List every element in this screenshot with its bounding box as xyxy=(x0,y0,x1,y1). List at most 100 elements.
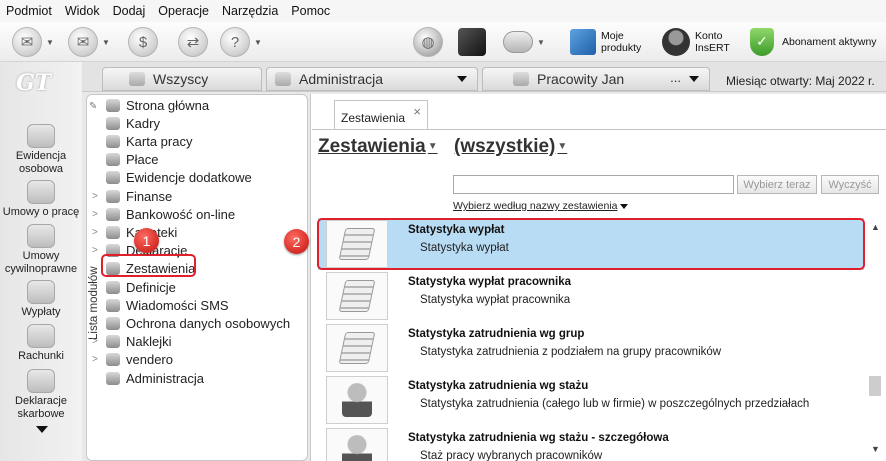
list-item[interactable]: Statystyka zatrudnienia wg stażu - szcze… xyxy=(318,426,864,461)
module-item[interactable]: Karta pracy xyxy=(92,132,192,150)
globe-button[interactable]: ◍ xyxy=(413,27,443,57)
box-icon xyxy=(458,28,486,56)
filter-title[interactable]: (wszystkie) ▼ xyxy=(454,136,567,158)
back-button[interactable]: ✉ ▼ xyxy=(12,27,54,57)
highlight-zestawienia xyxy=(101,254,196,277)
nav-umowy-cywilnoprawne[interactable]: Umowy cywilnoprawne xyxy=(0,224,82,276)
close-icon[interactable]: × xyxy=(413,104,421,119)
module-item[interactable]: > Bankowość on-line xyxy=(92,205,235,223)
module-icon xyxy=(106,298,120,312)
module-item[interactable]: > vendero xyxy=(92,351,173,369)
coins-icon: $ xyxy=(128,27,158,57)
person-icon xyxy=(513,72,529,86)
row-title: Statystyka wypłat pracownika xyxy=(408,276,571,288)
module-item[interactable]: Płace xyxy=(92,151,159,169)
search-input[interactable] xyxy=(453,175,734,194)
filter-by-name-link[interactable]: Wybierz według nazwy zestawienia xyxy=(453,200,629,212)
scroll-thumb[interactable] xyxy=(869,376,881,396)
expand-icon[interactable]: > xyxy=(92,191,106,202)
nav-ewidencja-osobowa[interactable]: Ewidencja osobowa xyxy=(0,124,82,176)
module-icon xyxy=(106,335,120,349)
cloud-button[interactable]: ▼ xyxy=(503,27,545,57)
expand-icon[interactable]: > xyxy=(92,209,106,220)
tab-pracownik[interactable]: Pracowity Jan ... xyxy=(482,67,710,91)
menu-narzedzia[interactable]: Narzędzia xyxy=(222,4,278,18)
scroll-down-icon[interactable]: ▼ xyxy=(871,444,880,454)
logo: GT xyxy=(16,70,52,96)
tab-zestawienia-label: Zestawienia xyxy=(341,111,406,125)
module-label: Ochrona danych osobowych xyxy=(126,315,291,331)
abonament-button[interactable]: ✓ Abonament aktywny xyxy=(750,27,877,57)
menu-pomoc[interactable]: Pomoc xyxy=(291,4,330,18)
chevron-down-icon: ▼ xyxy=(46,37,54,47)
expand-icon[interactable]: > xyxy=(92,336,106,347)
module-icon xyxy=(106,134,120,148)
vertical-scrollbar[interactable]: ▲ ▼ xyxy=(866,218,886,461)
nav-wyplaty[interactable]: Wypłaty xyxy=(0,280,82,319)
tab-administracja[interactable]: Administracja xyxy=(266,67,478,91)
chevron-down-icon[interactable] xyxy=(689,76,699,82)
module-item[interactable]: Ewidencje dodatkowe xyxy=(92,169,252,187)
expand-icon[interactable]: > xyxy=(92,354,106,365)
person-icon xyxy=(326,376,388,424)
scroll-down-icon[interactable] xyxy=(36,426,48,433)
forward-button[interactable]: ✉ ▼ xyxy=(68,27,110,57)
module-label: Karta pracy xyxy=(126,133,193,149)
module-item[interactable]: Kadry xyxy=(92,114,160,132)
tab-wszyscy[interactable]: Wszyscy xyxy=(102,67,262,91)
shield-check-icon: ✓ xyxy=(750,28,774,56)
help-button[interactable]: ? ▼ xyxy=(220,27,262,57)
list-item[interactable]: Statystyka zatrudnienia wg stażu Statysty… xyxy=(318,374,864,426)
chevron-down-icon: ▼ xyxy=(254,37,262,47)
module-item[interactable]: Wiadomości SMS xyxy=(92,296,229,314)
menu-podmiot[interactable]: Podmiot xyxy=(6,4,52,18)
chevron-down-icon xyxy=(620,203,629,209)
list-item[interactable]: Statystyka wypłat pracownika Statystyka w… xyxy=(318,270,864,322)
expand-icon[interactable]: > xyxy=(92,227,106,238)
choose-button[interactable]: Wybierz teraz xyxy=(737,175,817,194)
module-label: Ewidencje dodatkowe xyxy=(126,170,252,186)
expand-icon[interactable]: > xyxy=(92,318,106,329)
scroll-up-icon[interactable]: ▲ xyxy=(871,222,880,232)
module-item[interactable]: > Naklejki xyxy=(92,333,172,351)
abonament-label: Abonament aktywny xyxy=(782,36,877,48)
globe-icon: ◍ xyxy=(413,27,443,57)
row-description: Statystyka wypłat pracownika xyxy=(420,294,571,306)
nav-rachunki[interactable]: Rachunki xyxy=(0,324,82,363)
module-item[interactable]: Definicje xyxy=(92,278,176,296)
people-icon xyxy=(27,124,55,148)
row-title: Statystyka zatrudnienia wg stażu - szcze… xyxy=(408,432,669,444)
module-item[interactable]: Administracja xyxy=(92,369,204,387)
envelope-forward-icon: ✉ xyxy=(68,27,98,57)
module-item[interactable]: > Ochrona danych osobowych xyxy=(92,314,290,332)
box-button[interactable] xyxy=(458,27,486,57)
paper-stack-icon xyxy=(326,272,388,320)
moje-produkty-button[interactable]: Moje produkty xyxy=(570,27,641,57)
menu-dodaj[interactable]: Dodaj xyxy=(113,4,146,18)
nav-deklaracje-skarbowe[interactable]: Deklaracje skarbowe xyxy=(0,369,82,421)
chevron-down-icon[interactable] xyxy=(457,76,467,82)
page-title[interactable]: Zestawienia ▼ xyxy=(318,136,438,158)
more-label[interactable]: ... xyxy=(670,70,681,85)
menu-operacje[interactable]: Operacje xyxy=(158,4,209,18)
module-label: Bankowość on-line xyxy=(126,206,236,222)
konto-insert-button[interactable]: Konto InsERT xyxy=(662,27,730,57)
transfer-icon: ⇄ xyxy=(178,27,208,57)
menu-widok[interactable]: Widok xyxy=(65,4,100,18)
module-item[interactable]: Strona główna xyxy=(92,96,209,114)
row-title: Statystyka zatrudnienia wg grup xyxy=(408,328,585,340)
module-item[interactable]: > Finanse xyxy=(92,187,172,205)
step-badge-2: 2 xyxy=(284,229,309,254)
list-item[interactable]: Statystyka zatrudnienia wg grup Statystyk… xyxy=(318,322,864,374)
tab-divider xyxy=(312,129,886,130)
clear-button[interactable]: Wyczyść xyxy=(821,175,879,194)
context-tabs: Wszyscy Administracja Pracowity Jan ... … xyxy=(82,62,886,92)
module-icon xyxy=(106,225,120,239)
transfer-button[interactable]: ⇄ xyxy=(178,27,208,57)
payment-button[interactable]: $ xyxy=(128,27,158,57)
group-icon xyxy=(275,72,291,86)
row-description: Statystyka zatrudnienia (całego lub w fi… xyxy=(420,398,810,410)
sql-report-icon xyxy=(326,324,388,372)
nav-umowy-o-prace[interactable]: Umowy o pracę xyxy=(0,180,82,219)
tab-zestawienia[interactable]: Zestawienia × xyxy=(334,100,428,130)
